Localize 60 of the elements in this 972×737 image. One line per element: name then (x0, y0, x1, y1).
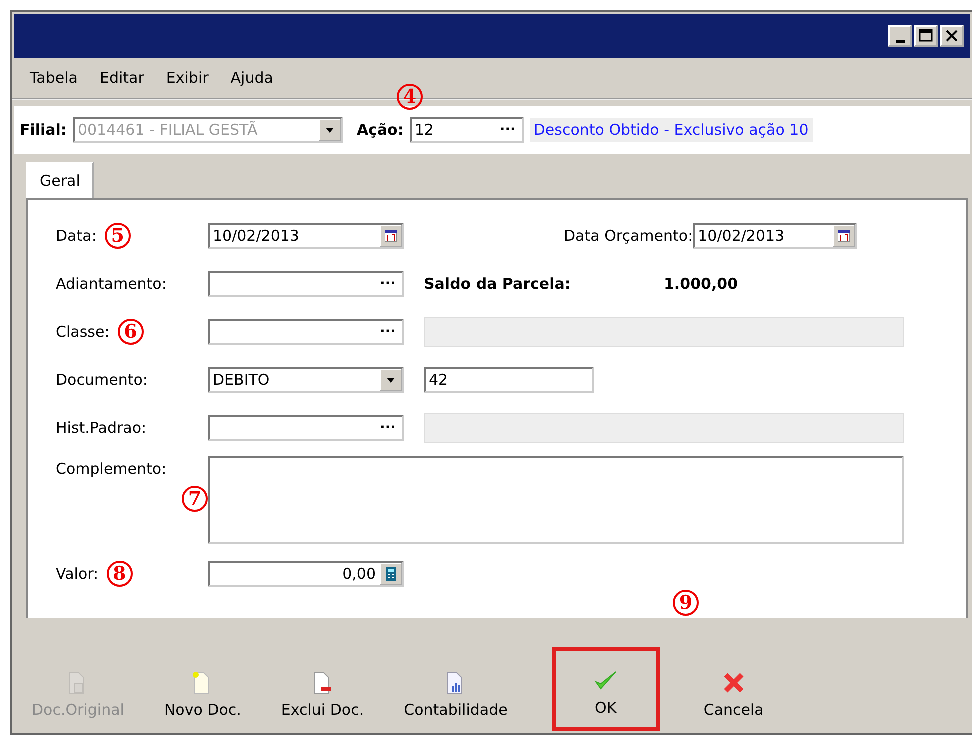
field-label: Valor: (56, 565, 99, 583)
field-label: Saldo da Parcela: (424, 275, 572, 293)
field-label: Documento: (56, 371, 148, 389)
complement-textarea[interactable] (208, 456, 904, 544)
maximize-button[interactable] (914, 25, 938, 47)
toolbar-button[interactable]: OK (556, 651, 656, 727)
tab[interactable]: Geral (26, 162, 94, 198)
lookup-field[interactable]: ··· (208, 415, 404, 441)
minimize-button[interactable] (888, 25, 912, 47)
menu-item[interactable]: Editar (100, 69, 144, 87)
ellipsis-button[interactable]: ··· (374, 420, 402, 436)
balance-value: 1.000,00 (664, 275, 738, 293)
document-icon (70, 672, 85, 694)
field-label: Filial: (20, 121, 67, 139)
close-icon (945, 29, 959, 43)
number-field[interactable]: 42 (424, 367, 594, 393)
caret-icon (387, 378, 395, 382)
calculator-icon[interactable] (380, 563, 402, 585)
action-description: Desconto Obtido - Exclusivo ação 10 (530, 118, 813, 142)
annotation-number: 9 (673, 590, 699, 616)
check-icon (594, 672, 616, 690)
amount-field[interactable]: 0,00 (208, 561, 404, 587)
toolbar-button[interactable]: Contabilidade (394, 663, 518, 727)
toolbar-button[interactable]: Exclui Doc. (271, 663, 374, 727)
menu-item[interactable]: Exibir (166, 69, 209, 87)
calendar-icon[interactable] (380, 225, 402, 247)
lookup-field[interactable]: 12 ··· (410, 117, 524, 143)
toolbar-button[interactable]: Novo Doc. (154, 663, 252, 727)
close-button[interactable] (940, 25, 964, 47)
toolbar-button[interactable]: Cancela (694, 663, 774, 727)
calendar-icon[interactable] (833, 225, 856, 247)
annotation-number: 5 (104, 223, 131, 249)
annotation-number: 6 (118, 319, 144, 345)
field-label: Data: (56, 227, 97, 245)
ellipsis-button[interactable]: ··· (374, 276, 402, 292)
ellipsis-button[interactable]: ··· (374, 324, 402, 340)
report-icon (447, 672, 462, 694)
field-label: Ação: (356, 121, 404, 139)
caret-icon (326, 128, 334, 132)
minimize-icon (896, 40, 904, 43)
annotation-number: 7 (182, 486, 208, 512)
ellipsis-button[interactable]: ··· (494, 122, 522, 138)
menu-item[interactable]: Tabela (30, 69, 78, 87)
annotation-number: 8 (106, 561, 133, 587)
lookup-field[interactable]: ··· (208, 271, 404, 297)
delete-document-icon (314, 672, 331, 694)
field-label: Hist.Padrao: (56, 419, 147, 437)
menu-item[interactable]: Ajuda (230, 69, 274, 87)
cancel-icon (723, 672, 744, 694)
date-field[interactable]: 10/02/2013 (693, 223, 858, 249)
maximize-icon (919, 29, 933, 43)
field-label: Data Orçamento: (564, 227, 694, 245)
document-dropdown[interactable]: DEBITO (208, 367, 404, 393)
field-label: Complemento: (56, 460, 167, 478)
new-document-icon (192, 672, 210, 694)
field-label: Adiantamento: (56, 275, 167, 293)
field-label: Classe: (56, 323, 110, 341)
lookup-field[interactable]: ··· (208, 319, 404, 345)
date-field[interactable]: 10/02/2013 (208, 223, 404, 249)
dropdown-button[interactable] (380, 369, 402, 391)
